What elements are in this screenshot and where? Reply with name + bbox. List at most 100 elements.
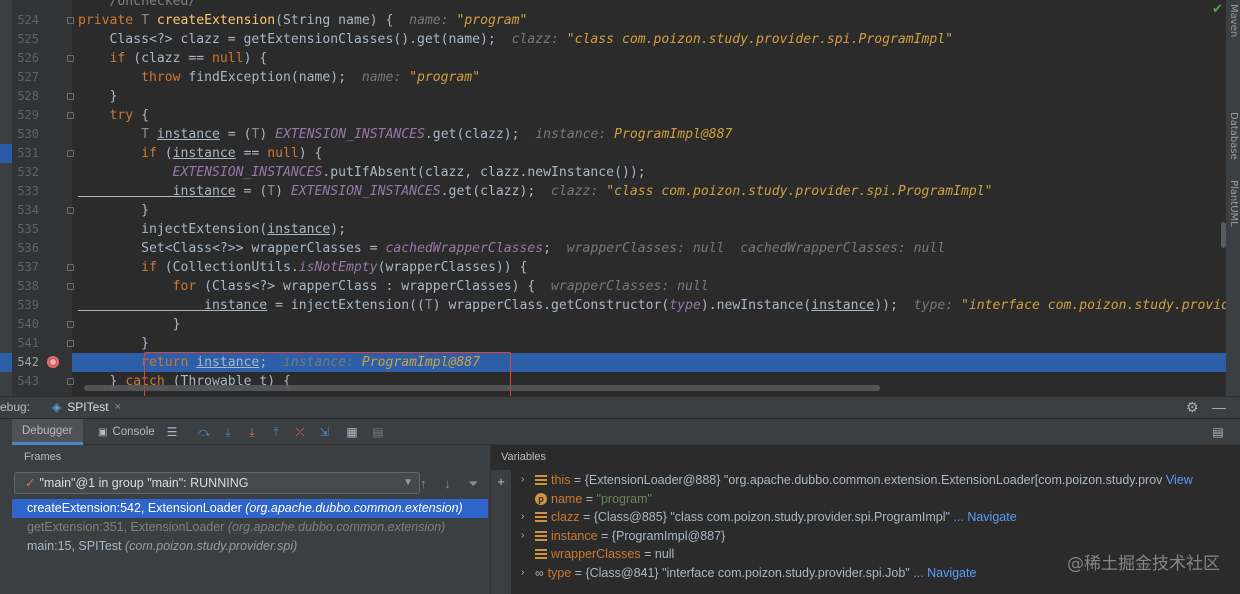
console-tab-label: Console — [112, 426, 155, 438]
line-number: 535 — [17, 222, 39, 236]
code-line[interactable]: if (instance == null) { — [78, 144, 1226, 163]
line-number: 531 — [17, 146, 39, 160]
fold-marker-icon[interactable] — [67, 321, 74, 328]
add-watch-icon[interactable]: + — [494, 474, 508, 489]
variable-string-value: "class com.poizon.study.provider.spi.Pro… — [670, 510, 950, 525]
tab-console[interactable]: ▣ Console — [88, 419, 165, 445]
code-token: .putIfAbsent(clazz, clazz.newInstance())… — [322, 165, 646, 180]
run-to-cursor-icon[interactable]: ⇲ — [316, 424, 332, 440]
variable-row[interactable]: › this = {ExtensionLoader@888} "org.apach… — [521, 471, 1193, 489]
variable-row[interactable]: › instance = {ProgramImpl@887} — [521, 527, 725, 545]
expand-arrow-icon[interactable]: › — [521, 564, 531, 582]
code-line[interactable]: Set<Class<?>> wrapperClasses = cachedWra… — [78, 239, 1226, 258]
variable-value: = {ProgramImpl@887} — [597, 528, 726, 543]
field-icon — [535, 549, 547, 560]
horizontal-scrollbar[interactable] — [84, 385, 880, 391]
fold-marker-icon[interactable] — [67, 283, 74, 290]
line-number: 538 — [17, 279, 39, 293]
code-line[interactable]: } — [78, 87, 1226, 106]
code-line[interactable]: private T createExtension(String name) {… — [78, 11, 1226, 30]
filter-icon[interactable]: ⏷ — [468, 476, 478, 492]
code-area[interactable]: /Unchecked/private T createExtension(Str… — [72, 0, 1240, 396]
frame-row[interactable]: getExtension:351, ExtensionLoader (org.a… — [12, 518, 488, 537]
drop-frame-icon[interactable]: ⤫ — [292, 424, 308, 440]
code-line[interactable]: throw findException(name); name: "progra… — [78, 68, 1226, 87]
code-token: } — [78, 336, 149, 351]
close-icon[interactable]: × — [115, 401, 121, 413]
annotation-text: /Unchecked/ — [78, 0, 197, 9]
variable-row[interactable]: wrapperClasses = null — [521, 545, 674, 563]
database-tool-tab[interactable]: Database — [1228, 112, 1239, 160]
code-line[interactable]: T instance = (T) EXTENSION_INSTANCES.get… — [78, 125, 1226, 144]
session-tab-spitest[interactable]: ◈ SPITest × — [52, 400, 121, 414]
code-line[interactable]: Class<?> clazz = getExtensionClasses().g… — [78, 30, 1226, 49]
frame-row[interactable]: main:15, SPITest (com.poizon.study.provi… — [12, 537, 488, 556]
fold-marker-icon[interactable] — [67, 150, 74, 157]
variable-value: = {ExtensionLoader@888} — [570, 473, 724, 487]
inline-debug-value: clazz: — [511, 32, 567, 47]
code-line[interactable]: } — [78, 201, 1226, 220]
variable-row[interactable]: p name = "program" — [521, 490, 652, 508]
code-line[interactable]: for (Class<?> wrapperClass : wrapperClas… — [78, 277, 1226, 296]
step-into-icon[interactable]: ⤓ — [220, 424, 236, 440]
trace-stream-icon[interactable]: ▤ — [370, 424, 386, 440]
expand-arrow-icon[interactable]: › — [521, 527, 531, 545]
fold-marker-icon[interactable] — [67, 264, 74, 271]
breakpoint-icon[interactable] — [47, 356, 59, 368]
variable-row[interactable]: › clazz = {Class@885} "class com.poizon.s… — [521, 508, 1017, 526]
thread-selector[interactable]: ✓ "main"@1 in group "main": RUNNING ▼ — [14, 472, 420, 494]
code-token: createExtension — [156, 13, 276, 28]
debug-tool-window-header: ebug: ◈ SPITest × ⚙ — — [0, 396, 1240, 418]
code-line[interactable]: instance = injectExtension((T) wrapperCl… — [78, 296, 1240, 315]
hamburger-menu-icon[interactable]: ☰ — [164, 424, 180, 440]
fold-marker-icon[interactable] — [67, 55, 74, 62]
line-number: 524 — [17, 13, 39, 27]
code-token: throw — [78, 70, 189, 85]
step-out-icon[interactable]: ⤒ — [268, 424, 284, 440]
expand-arrow-icon[interactable]: › — [521, 471, 531, 489]
fold-marker-icon[interactable] — [67, 93, 74, 100]
code-line[interactable]: injectExtension(instance); — [78, 220, 1226, 239]
step-over-icon[interactable]: ⤼ — [196, 424, 212, 440]
inline-debug-value: wrapperClasses: null cachedWrapperClasse… — [566, 241, 946, 256]
variable-value: = — [582, 491, 597, 506]
line-number: 543 — [17, 374, 39, 388]
code-line[interactable]: try { — [78, 106, 1226, 125]
view-link[interactable]: View — [1162, 473, 1193, 487]
navigate-link[interactable]: ... Navigate — [950, 510, 1016, 524]
fold-marker-icon[interactable] — [67, 17, 74, 24]
fold-marker-icon[interactable] — [67, 378, 74, 385]
layout-settings-icon[interactable]: ▤ — [1210, 424, 1226, 440]
gear-icon[interactable]: ⚙ — [1186, 399, 1199, 416]
variable-name: this — [551, 473, 571, 487]
variable-row[interactable]: › ∞ type = {Class@841} "interface com.poiz… — [521, 564, 976, 582]
expand-arrow-icon[interactable]: › — [521, 508, 531, 526]
session-tab-label: SPITest — [67, 400, 109, 414]
frame-up-icon[interactable]: ↑ — [420, 476, 427, 491]
code-line[interactable]: } — [78, 334, 1226, 353]
code-line[interactable]: if (clazz == null) { — [78, 49, 1226, 68]
frame-row[interactable]: createExtension:542, ExtensionLoader (or… — [12, 499, 488, 518]
code-token: T — [141, 13, 157, 28]
fold-marker-icon[interactable] — [67, 112, 74, 119]
code-editor[interactable]: 524 525 526 527 528 529 530 531 532 533 534 535 536 5… — [0, 0, 1240, 396]
change-marker — [0, 144, 12, 163]
navigate-link[interactable]: ... Navigate — [910, 566, 976, 580]
maven-tool-tab[interactable]: Maven — [1228, 4, 1239, 37]
evaluate-expression-icon[interactable]: ▦ — [344, 424, 360, 440]
frame-down-icon[interactable]: ↓ — [444, 476, 451, 491]
code-token: null — [267, 146, 299, 161]
minimize-icon[interactable]: — — [1212, 399, 1226, 415]
plantuml-tool-tab[interactable]: PlantUML — [1228, 180, 1239, 227]
code-line[interactable]: instance = (T) EXTENSION_INSTANCES.get(c… — [78, 182, 1226, 201]
force-step-into-icon[interactable]: ⤓ — [244, 424, 260, 440]
code-line[interactable]: EXTENSION_INSTANCES.putIfAbsent(clazz, c… — [78, 163, 1226, 182]
inspection-ok-icon[interactable]: ✔ — [1212, 2, 1223, 17]
fold-marker-icon[interactable] — [67, 207, 74, 214]
line-number: 527 — [17, 70, 39, 84]
code-line[interactable]: } — [78, 315, 1226, 334]
fold-marker-icon[interactable] — [67, 340, 74, 347]
tab-debugger[interactable]: Debugger — [12, 419, 83, 445]
right-tool-strip: Maven Database PlantUML — [1226, 0, 1240, 396]
code-line[interactable]: if (CollectionUtils.isNotEmpty(wrapperCl… — [78, 258, 1226, 277]
